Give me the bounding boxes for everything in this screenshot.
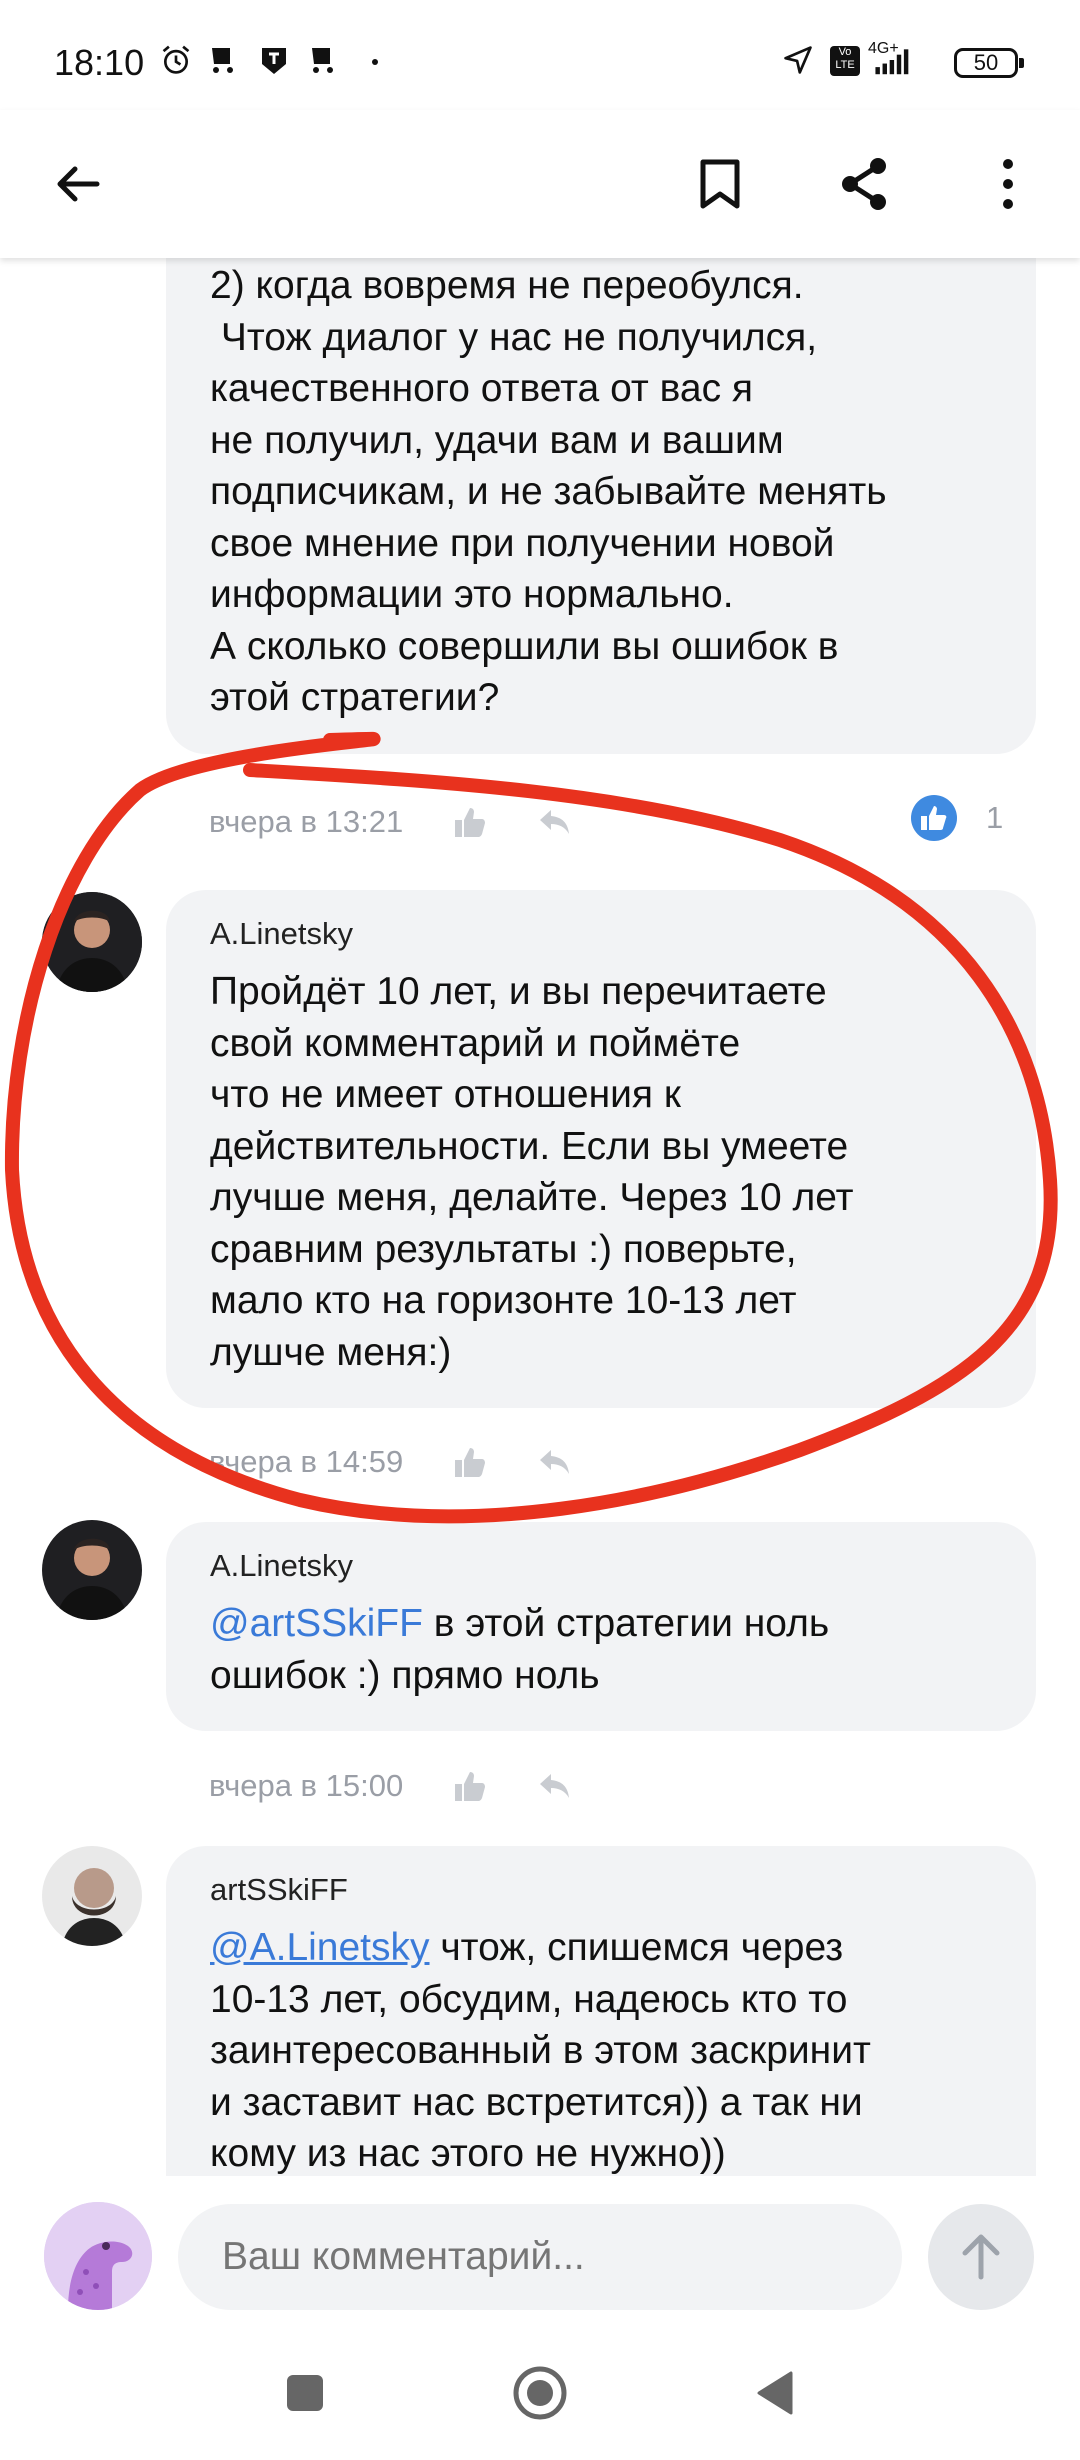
home-button[interactable] [505,2358,575,2428]
more-button[interactable] [968,144,1048,224]
signal-icon [875,49,909,75]
cart-icon [212,48,233,73]
comment-bubble: A.Linetsky @artSSkiFF в этой стратегии н… [166,1522,1036,1731]
avatar[interactable] [42,1520,142,1620]
back-button[interactable] [38,144,118,224]
share-icon [842,158,886,210]
reply-button[interactable] [535,1766,575,1806]
comment-text: @artSSkiFF в этой стратегии ноль ошибок … [210,1598,990,1701]
notification-app-icon [262,48,286,74]
comments-feed[interactable]: 2) когда вовремя не переобулся. Чтож диа… [0,258,1080,2176]
location-arrow-icon [784,46,812,74]
avatar-photo-artsskiff [42,1846,142,1946]
comment-input[interactable] [178,2204,902,2310]
reply-icon [540,810,570,834]
reply-button[interactable] [535,802,575,842]
dot-icon [372,59,378,65]
arrow-left-icon [57,166,100,202]
avatar[interactable] [42,892,142,992]
comment-bubble: 2) когда вовремя не переобулся. Чтож диа… [166,258,1036,754]
app-bar [0,110,1080,258]
comment-bubble: A.Linetsky Пройдёт 10 лет, и вы перечита… [166,890,1036,1408]
back-nav-button[interactable] [740,2358,810,2428]
avatar-photo-linetsky [42,1520,142,1620]
cart-icon [312,48,333,73]
thumbs-up-icon [455,1772,486,1801]
comment-text: @A.Linetsky чтож, спишемся через 10-13 л… [210,1922,990,2176]
comment-author[interactable]: artSSkiFF [210,1872,990,1908]
like-button[interactable] [449,1766,489,1806]
alarm-icon [162,45,190,74]
likes-count: 1 [986,800,1004,835]
comment-text: 2) когда вовремя не переобулся. Чтож диа… [210,264,887,719]
my-avatar[interactable] [44,2202,152,2310]
comment-bubble: artSSkiFF @A.Linetsky чтож, спишемся чер… [166,1846,1036,2176]
thumbs-up-icon [455,808,486,837]
comment-author[interactable]: A.Linetsky [210,916,990,952]
status-time: 18:10 [54,42,145,83]
like-button[interactable] [449,1442,489,1482]
mention-link[interactable]: @artSSkiFF [210,1602,423,1645]
reply-icon [540,1450,570,1474]
system-nav-bar [0,2326,1080,2460]
bookmark-icon [700,159,740,209]
more-vertical-icon [1003,159,1013,209]
volte-badge: Vo LTE [830,46,860,76]
thumbs-up-icon [455,1448,486,1477]
bookmark-button[interactable] [680,144,760,224]
home-circle-icon [513,2366,567,2420]
arrow-up-icon [962,2234,1000,2280]
triangle-back-icon [757,2371,793,2415]
comment-meta: вчера в 14:59 [209,1442,621,1482]
avatar[interactable] [42,1846,142,1946]
comment-author[interactable]: A.Linetsky [210,1548,990,1584]
likes-counter[interactable]: 1 [910,794,1003,842]
reply-button[interactable] [535,1442,575,1482]
send-button[interactable] [928,2204,1034,2310]
comment-time: вчера в 13:21 [209,804,404,839]
comment-time: вчера в 14:59 [209,1444,404,1479]
comment-meta: вчера в 13:21 [209,802,621,842]
comment-input-bar [0,2176,1080,2326]
share-button[interactable] [824,144,904,224]
reply-icon [540,1774,570,1798]
battery-indicator: 50 [954,48,1024,78]
status-bar: 18:10 Vo LTE 4G+ 50 [0,0,1080,110]
like-button[interactable] [449,802,489,842]
dino-avatar-icon [44,2202,152,2310]
comment-text: Пройдёт 10 лет, и вы перечитаете свой ко… [210,970,854,1374]
square-icon [287,2375,323,2411]
comment-meta: вчера в 15:00 [209,1766,621,1806]
comment-time: вчера в 15:00 [209,1768,404,1803]
mention-link[interactable]: @A.Linetsky [210,1926,430,1969]
like-badge-icon [911,795,957,841]
avatar-photo-linetsky [42,892,142,992]
recents-button[interactable] [270,2358,340,2428]
